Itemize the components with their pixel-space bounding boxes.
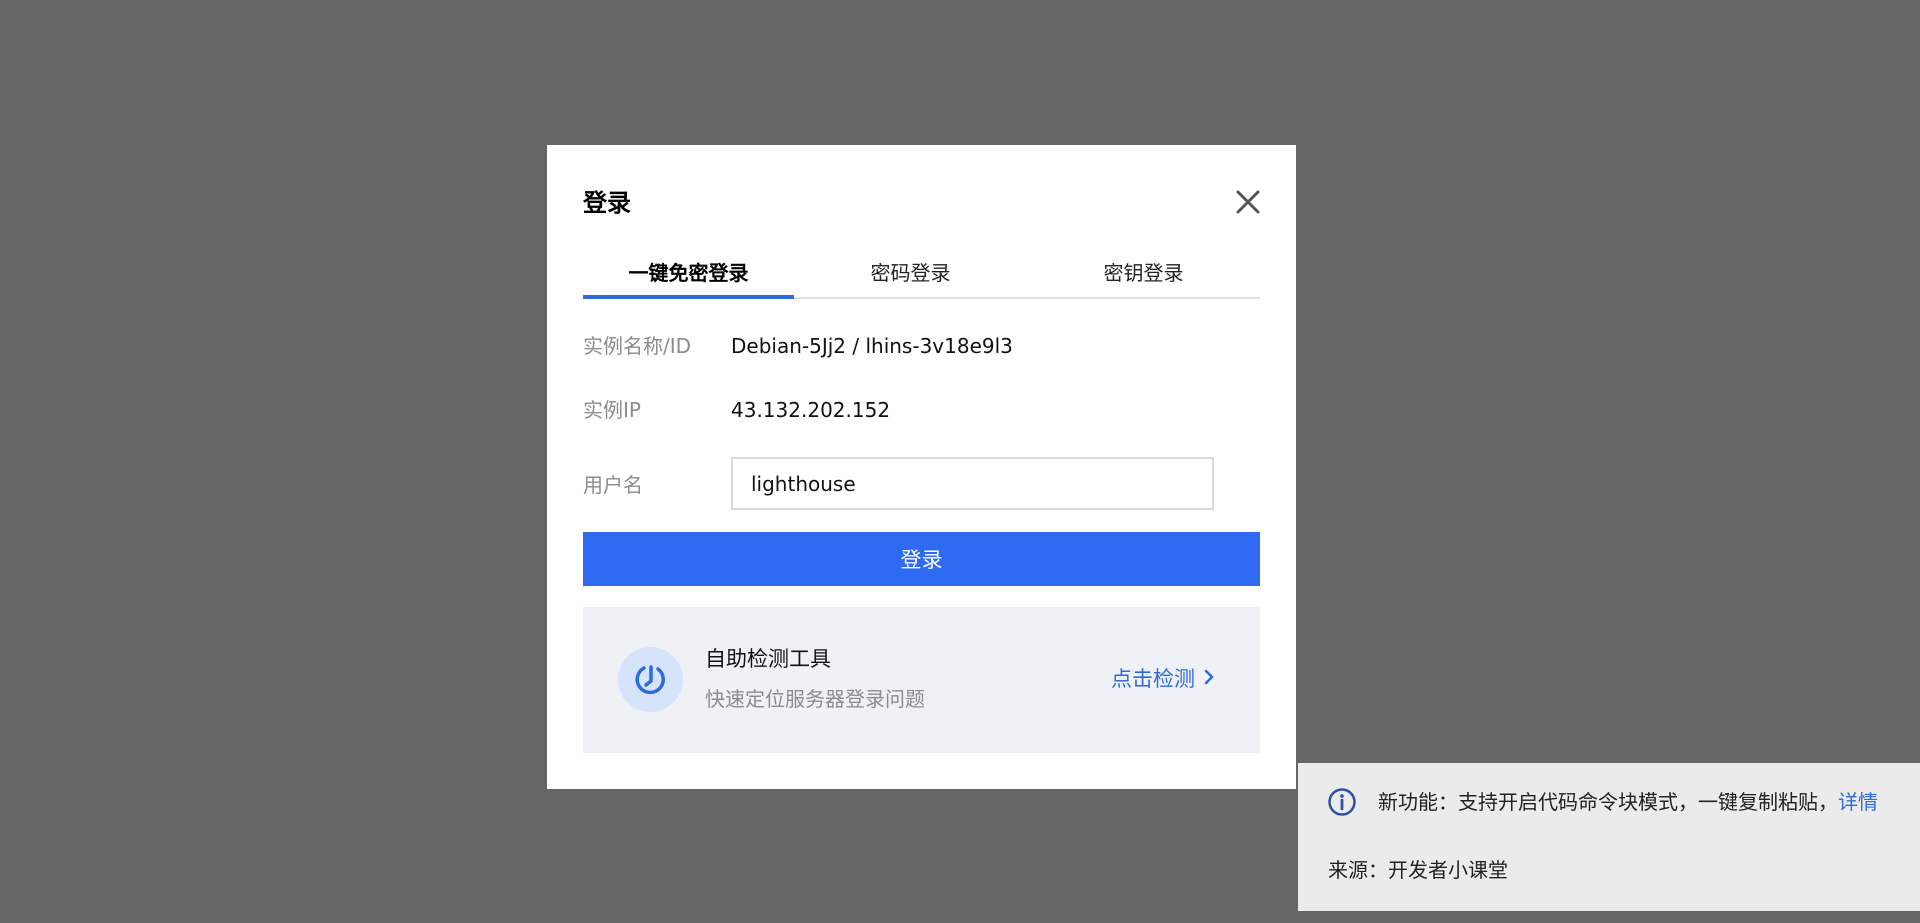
close-icon [1236,190,1260,214]
notice-message: 新功能：支持开启代码命令块模式，一键复制粘贴， [1378,790,1838,814]
login-dialog: 登录 一键免密登录 密码登录 密钥登录 实例名称/ID Debian-5Jj2 … [547,145,1296,789]
instance-label: 实例名称/ID [583,334,692,358]
close-button[interactable] [1233,187,1263,217]
chevron-right-icon [1203,665,1215,693]
info-icon [1327,787,1357,817]
self-check-tool-card: 自助检测工具 快速定位服务器登录问题 点击检测 [583,607,1260,753]
notice-source: 来源：开发者小课堂 [1328,858,1508,882]
notice-text: 新功能：支持开启代码命令块模式，一键复制粘贴，详情 [1378,788,1878,816]
ip-label: 实例IP [583,398,641,422]
tab-passwordless-login[interactable]: 一键免密登录 [583,253,794,299]
check-link-label: 点击检测 [1111,667,1195,691]
new-feature-notice: 新功能：支持开启代码命令块模式，一键复制粘贴，详情 来源：开发者小课堂 [1298,763,1920,911]
diagnose-icon [618,647,683,712]
login-button[interactable]: 登录 [583,532,1260,586]
notice-details-link[interactable]: 详情 [1838,790,1878,814]
check-link[interactable]: 点击检测 [1111,665,1215,693]
tool-title: 自助检测工具 [705,647,831,671]
tab-password-login[interactable]: 密码登录 [794,253,1027,297]
tab-key-login[interactable]: 密钥登录 [1027,253,1260,297]
instance-value: Debian-5Jj2 / lhins-3v18e9l3 [731,334,1013,358]
tool-description: 快速定位服务器登录问题 [705,687,925,711]
login-method-tabs: 一键免密登录 密码登录 密钥登录 [583,253,1260,299]
username-label: 用户名 [583,473,643,497]
dialog-title: 登录 [583,189,631,217]
ip-value: 43.132.202.152 [731,398,891,422]
username-input[interactable] [731,457,1214,510]
